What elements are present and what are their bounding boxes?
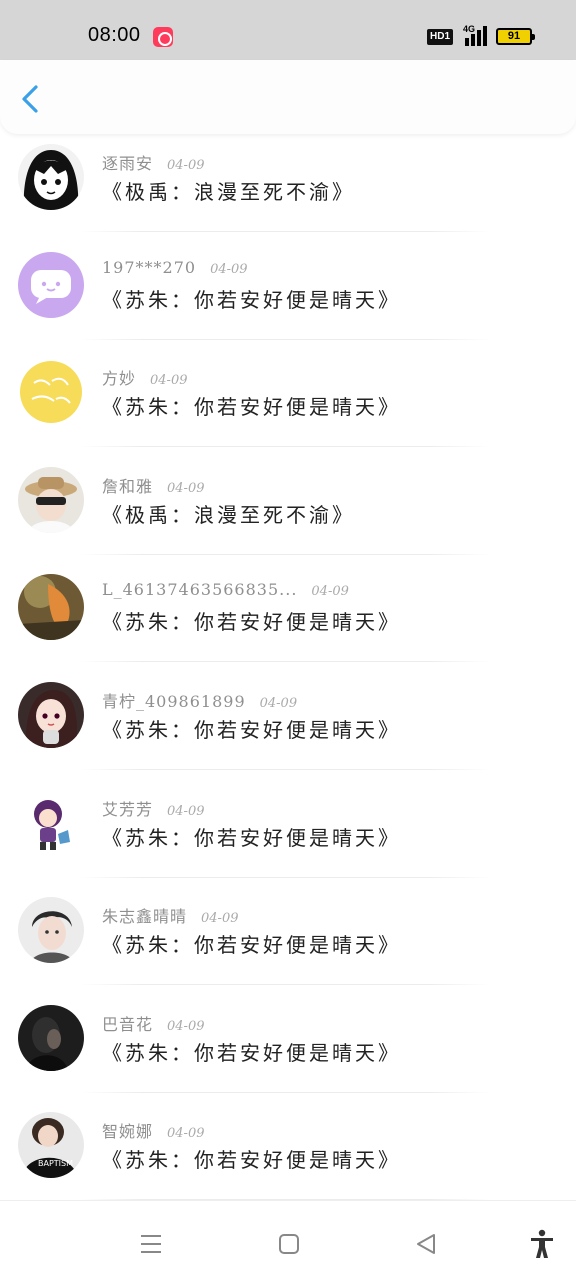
square-home-icon[interactable]: [276, 1231, 302, 1257]
status-time: 08:00: [88, 24, 141, 46]
user-name: 朱志鑫晴晴: [102, 907, 188, 927]
avatar[interactable]: BAPTISM: [18, 1112, 84, 1179]
triangle-back-icon[interactable]: [413, 1231, 439, 1257]
avatar[interactable]: [18, 682, 84, 748]
item-date: 04-09: [150, 373, 188, 389]
book-title[interactable]: 《苏朱：你若安好便是晴天》: [102, 929, 401, 958]
item-date: 04-09: [311, 584, 349, 600]
item-meta: 方妙 04-09: [102, 365, 188, 389]
list-item[interactable]: 197***270 04-09 《苏朱：你若安好便是晴天》: [0, 248, 576, 356]
battery-icon: 91: [496, 28, 535, 45]
item-meta: L_46137463566835... 04-09: [102, 580, 349, 602]
divider: [80, 446, 490, 448]
book-title[interactable]: 《苏朱：你若安好便是晴天》: [102, 1037, 401, 1066]
user-name: 逐雨安: [102, 154, 154, 173]
divider: [80, 661, 490, 663]
user-name: 巴音花: [102, 1014, 154, 1034]
battery-level: 91: [507, 30, 521, 42]
avatar[interactable]: [18, 359, 84, 426]
signal-icon: 4G: [457, 24, 489, 46]
avatar[interactable]: [18, 789, 84, 856]
item-meta: 巴音花 04-09: [102, 1011, 205, 1034]
item-meta: 智婉娜 04-09: [102, 1118, 205, 1142]
item-date: 04-09: [201, 911, 239, 927]
avatar[interactable]: [18, 574, 84, 641]
list-item[interactable]: L_46137463566835... 04-09 《苏朱：你若安好便是晴天》: [0, 570, 576, 678]
book-title[interactable]: 《苏朱：你若安好便是晴天》: [102, 714, 401, 743]
list-item[interactable]: 方妙 04-09 《苏朱：你若安好便是晴天》: [0, 355, 576, 463]
avatar[interactable]: [18, 251, 84, 318]
divider: [80, 876, 490, 878]
divider: [80, 769, 490, 770]
item-meta: 逐雨安 04-09: [102, 150, 205, 173]
item-date: 04-09: [167, 158, 205, 173]
book-title[interactable]: 《苏朱：你若安好便是晴天》: [102, 284, 401, 313]
divider: [80, 1091, 490, 1093]
item-date: 04-09: [210, 261, 248, 277]
item-date: 04-09: [167, 1126, 205, 1142]
accessibility-icon[interactable]: [528, 1229, 556, 1259]
user-name: 197***270: [102, 257, 197, 277]
divider: [80, 231, 490, 232]
hd-badge: HD1: [427, 29, 454, 45]
user-name: 艾芳芳: [102, 799, 154, 819]
back-button[interactable]: [14, 82, 48, 116]
app-notification-icon: [153, 27, 173, 47]
item-meta: 青柠_409861899 04-09: [102, 688, 298, 711]
list-item[interactable]: 青柠_409861899 04-09 《苏朱：你若安好便是晴天》: [0, 678, 576, 786]
user-name: 青柠_409861899: [102, 692, 246, 711]
user-name: L_46137463566835...: [102, 580, 298, 600]
item-date: 04-09: [167, 1018, 205, 1034]
item-meta: 197***270 04-09: [102, 258, 248, 280]
item-date: 04-09: [167, 480, 205, 496]
top-nav-header: [0, 60, 576, 134]
list-item[interactable]: 逐雨安 04-09 《极禹：浪漫至死不渝》: [0, 140, 576, 248]
user-name: 智婉娜: [102, 1122, 154, 1142]
system-nav-bar: [0, 1200, 576, 1280]
user-name: 詹和雅: [102, 476, 154, 496]
divider: [80, 984, 490, 986]
user-name: 方妙: [102, 369, 137, 389]
book-title[interactable]: 《苏朱：你若安好便是晴天》: [102, 1144, 401, 1173]
svg-text:BAPTISM: BAPTISM: [38, 1159, 73, 1168]
item-meta: 詹和雅 04-09: [102, 473, 205, 496]
list-item[interactable]: 艾芳芳 04-09 《苏朱：你若安好便是晴天》: [0, 786, 576, 894]
book-title[interactable]: 《苏朱：你若安好便是晴天》: [102, 822, 401, 851]
divider: [80, 338, 490, 340]
book-title[interactable]: 《极禹：浪漫至死不渝》: [102, 499, 355, 528]
list-item[interactable]: 詹和雅 04-09 《极禹：浪漫至死不渝》: [0, 463, 576, 571]
avatar[interactable]: [18, 1004, 84, 1071]
network-type: 4G: [463, 24, 476, 34]
item-date: 04-09: [167, 803, 205, 819]
divider: [80, 553, 490, 555]
book-title[interactable]: 《苏朱：你若安好便是晴天》: [102, 391, 401, 420]
status-bar: 08:00 HD1 4G 91: [0, 0, 576, 60]
avatar[interactable]: [18, 466, 84, 533]
list-item[interactable]: 巴音花 04-09 《苏朱：你若安好便是晴天》: [0, 1001, 576, 1109]
book-title[interactable]: 《极禹：浪漫至死不渝》: [102, 176, 355, 205]
item-meta: 艾芳芳 04-09: [102, 796, 205, 819]
menu-icon[interactable]: [138, 1231, 164, 1257]
list-item[interactable]: 朱志鑫晴晴 04-09 《苏朱：你若安好便是晴天》: [0, 893, 576, 1001]
avatar[interactable]: [18, 897, 84, 964]
item-date: 04-09: [259, 696, 298, 711]
book-title[interactable]: 《苏朱：你若安好便是晴天》: [102, 606, 401, 635]
item-meta: 朱志鑫晴晴 04-09: [102, 903, 239, 927]
avatar[interactable]: [18, 144, 84, 210]
